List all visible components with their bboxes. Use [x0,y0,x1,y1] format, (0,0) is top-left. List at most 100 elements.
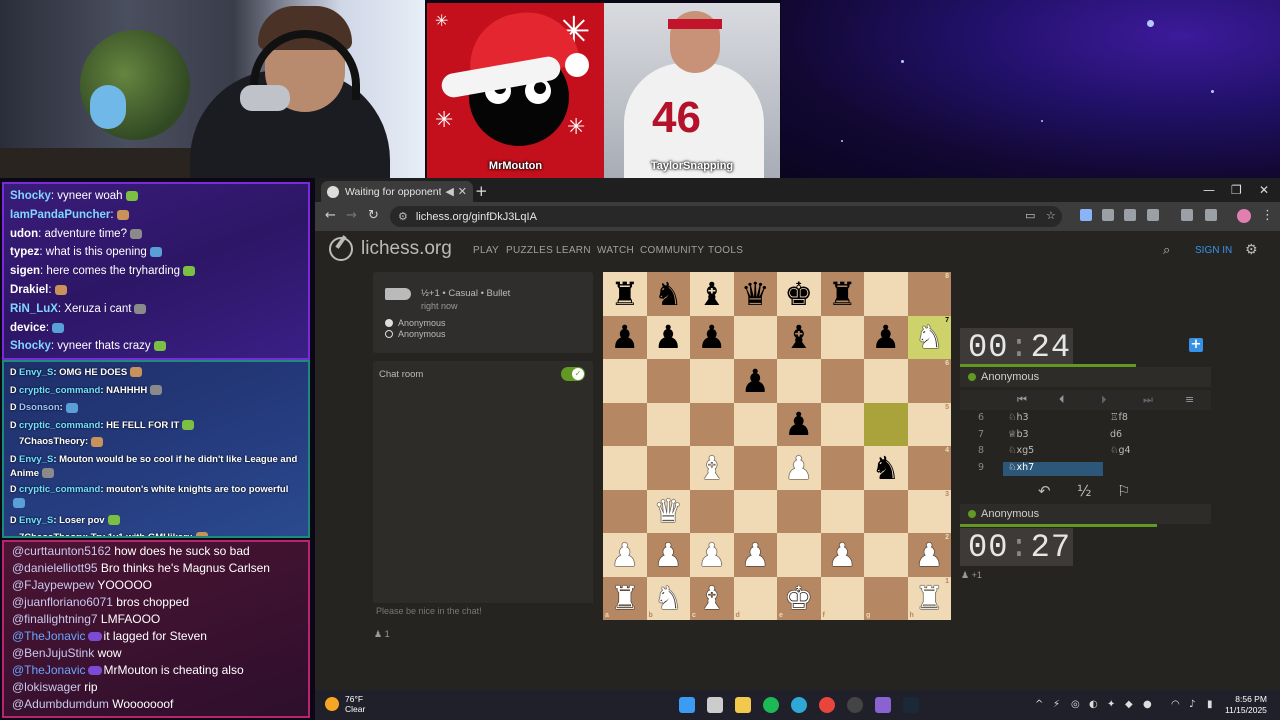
square-g7[interactable]: ♟ [864,315,908,359]
offer-draw-button[interactable]: ½ [1077,482,1092,500]
square-c6[interactable] [690,359,734,403]
chess-piece[interactable]: ♝ [697,582,726,614]
chat-username[interactable]: @danielelliott95 [12,561,98,575]
chess-piece[interactable]: ♟ [741,539,770,571]
search-icon[interactable]: ⌕ [1163,243,1170,258]
chat-username[interactable]: RiN_LuX [10,303,58,315]
square-f1[interactable]: f [820,576,864,620]
square-h4[interactable]: 4 [907,446,951,490]
square-g5[interactable] [864,402,908,446]
chat-username[interactable]: Shocky [10,340,51,352]
extension-icon[interactable] [1124,209,1136,221]
square-h5[interactable]: 5 [907,402,951,446]
tab-active[interactable]: Waiting for opponent - Play ◀ ✕ [321,181,473,202]
square-e1[interactable]: ♚ e [777,576,821,620]
square-f3[interactable] [820,489,864,533]
chat-username[interactable]: @TheJonavic [12,629,86,643]
close-window-button[interactable]: ✕ [1259,183,1269,197]
square-f7[interactable] [820,315,864,359]
menu-icon[interactable]: ⋮ [1261,208,1274,223]
chat-username[interactable]: 7ChaosTheory [19,436,85,447]
lichess-logo-text[interactable]: lichess.org [361,238,452,260]
app-icon[interactable] [875,697,891,713]
battery-icon[interactable]: ▮ [1207,699,1213,710]
sidebar-icon[interactable] [1181,209,1193,221]
minimize-button[interactable]: — [1203,183,1215,197]
tray-app-icon[interactable]: ◎ [1071,699,1080,710]
install-icon[interactable]: ▭ [1025,209,1035,222]
square-d7[interactable] [733,315,777,359]
square-e6[interactable] [777,359,821,403]
square-c7[interactable]: ♟ [690,315,734,359]
chat-username[interactable]: cryptic_command [19,484,100,495]
chess-piece[interactable]: ♞ [654,278,683,310]
next-move-icon[interactable]: ⏵ [1101,393,1107,407]
chess-piece[interactable]: ♟ [610,321,639,353]
maximize-button[interactable]: ❐ [1231,183,1242,197]
chat-username[interactable]: sigen [10,265,40,277]
chess-piece[interactable]: ♜ [915,582,944,614]
white-move[interactable]: ♘h3 [1003,412,1103,426]
chat-username[interactable]: IamPandaPuncher [10,209,110,221]
chess-piece[interactable]: ♜ [610,278,639,310]
chat-toggle[interactable] [561,367,585,381]
square-d6[interactable]: ♟ [733,359,777,403]
square-c5[interactable] [690,402,734,446]
square-c4[interactable]: ♝ [690,446,734,490]
network-icon[interactable]: ◠ [1171,699,1180,710]
square-h7[interactable]: ♞ 7 [907,315,951,359]
chrome-icon[interactable] [819,697,835,713]
chess-piece[interactable]: ♟ [610,539,639,571]
volume-icon[interactable]: ♪ [1189,699,1195,710]
square-h6[interactable]: 6 [907,359,951,403]
chat-username[interactable]: @TheJonavic [12,663,86,677]
chess-piece[interactable]: ♛ [741,278,770,310]
square-h3[interactable]: 3 [907,489,951,533]
square-b6[interactable] [646,359,690,403]
chess-piece[interactable]: ♟ [741,365,770,397]
chess-piece[interactable]: ♞ [915,321,944,353]
chess-piece[interactable]: ♜ [610,582,639,614]
chat-username[interactable]: cryptic_command [19,420,100,431]
nav-watch[interactable]: WATCH [597,245,634,256]
square-b1[interactable]: ♞ b [646,576,690,620]
square-d2[interactable]: ♟ [733,533,777,577]
square-b3[interactable]: ♛ [646,489,690,533]
extensions-puzzle-icon[interactable] [1147,209,1159,221]
nav-puzzles[interactable]: PUZZLES [506,245,553,256]
square-f6[interactable] [820,359,864,403]
square-f4[interactable] [820,446,864,490]
square-c2[interactable]: ♟ [690,533,734,577]
chess-piece[interactable]: ♝ [697,278,726,310]
chat-username[interactable]: udon [10,228,38,240]
chess-piece[interactable]: ♜ [828,278,857,310]
menu-icon[interactable]: ≡ [1185,393,1194,406]
square-d8[interactable]: ♛ [733,272,777,316]
first-move-icon[interactable]: ⏮ [1017,393,1027,407]
square-a5[interactable] [603,402,647,446]
square-b7[interactable]: ♟ [646,315,690,359]
tray-app-icon[interactable]: ● [1143,699,1152,710]
square-a1[interactable]: ♜ a [603,576,647,620]
square-a6[interactable] [603,359,647,403]
square-a7[interactable]: ♟ [603,315,647,359]
square-b4[interactable] [646,446,690,490]
player-white[interactable]: Anonymous [385,318,446,328]
white-move[interactable]: ♘xg5 [1003,445,1103,459]
black-move[interactable]: ♘g4 [1110,445,1131,456]
square-b2[interactable]: ♟ [646,533,690,577]
white-move[interactable]: ♕b3 [1003,429,1103,443]
chess-piece[interactable]: ♟ [871,321,900,353]
edge-icon[interactable] [791,697,807,713]
tray-chevron-icon[interactable]: ^ [1035,699,1043,710]
square-d4[interactable] [733,446,777,490]
black-move[interactable]: d6 [1110,429,1122,440]
square-d3[interactable] [733,489,777,533]
chess-piece[interactable]: ♛ [654,495,683,527]
system-clock[interactable]: 8:56 PM 11/15/2025 [1225,694,1267,716]
square-h1[interactable]: ♜ 1 h [907,576,951,620]
square-e4[interactable]: ♟ [777,446,821,490]
task-view-icon[interactable] [707,697,723,713]
square-c8[interactable]: ♝ [690,272,734,316]
resign-flag-icon[interactable]: ⚐ [1117,482,1130,500]
